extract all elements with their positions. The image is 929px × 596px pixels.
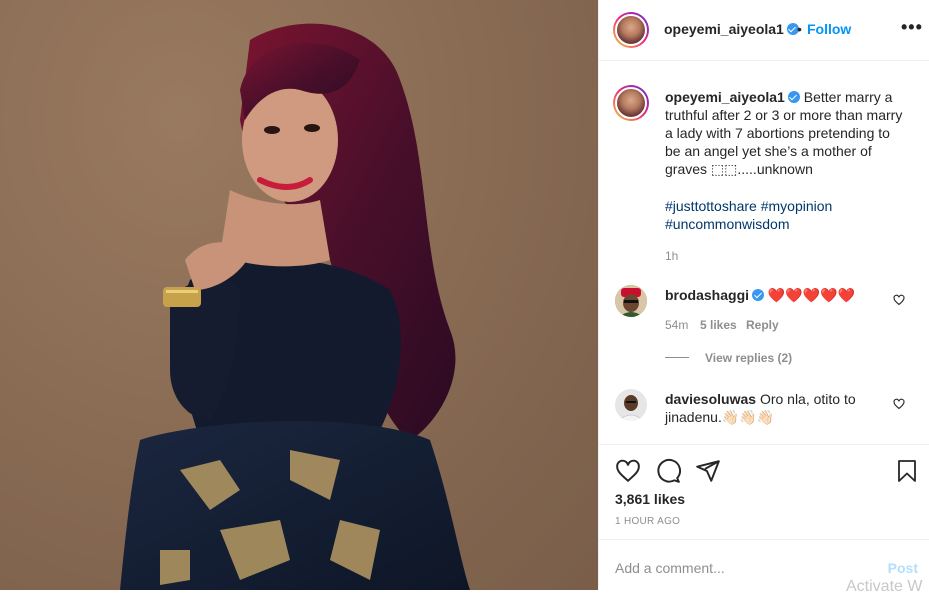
caption-time[interactable]: 1h — [665, 249, 678, 263]
post-comment-button[interactable]: Post — [888, 560, 918, 576]
share-icon[interactable] — [695, 458, 721, 484]
comment-reply-button[interactable]: Reply — [746, 318, 779, 332]
commenter-avatar-brodashaggi[interactable] — [615, 285, 647, 317]
comment-brodashaggi: brodashaggi ❤️❤️❤️❤️❤️ — [665, 286, 885, 304]
comment-like-heart-icon[interactable] — [893, 398, 905, 410]
verified-icon — [752, 289, 765, 301]
post-header: opeyemi_aiyeola1 • Follow ••• — [599, 0, 929, 61]
author-username-header[interactable]: opeyemi_aiyeola1 — [664, 21, 799, 37]
bookmark-icon[interactable] — [895, 458, 919, 484]
comment-likes[interactable]: 5 likes — [700, 318, 737, 332]
separator-dot: • — [797, 21, 802, 37]
follow-button[interactable]: Follow — [807, 21, 851, 37]
action-bar — [599, 444, 929, 483]
comment-username[interactable]: daviesoluwas — [665, 391, 756, 407]
likes-count[interactable]: 3,861 likes — [615, 491, 685, 507]
author-avatar[interactable] — [613, 12, 649, 48]
comment-like-heart-icon[interactable] — [893, 294, 905, 306]
posted-time[interactable]: 1 HOUR AGO — [615, 516, 680, 527]
caption-block: opeyemi_aiyeola1 Better marry a truthful… — [665, 88, 905, 178]
caption-username[interactable]: opeyemi_aiyeola1 — [665, 89, 785, 105]
heart-icon[interactable] — [615, 458, 641, 484]
avatar-illustration — [615, 389, 647, 421]
post-side-panel: opeyemi_aiyeola1 • Follow ••• opeyemi_ai… — [598, 0, 929, 590]
caption-hashtags[interactable]: #justtottoshare #myopinion #uncommonwisd… — [665, 197, 905, 233]
caption-author-avatar[interactable] — [613, 85, 649, 121]
add-comment-input[interactable]: Add a comment... — [615, 560, 725, 576]
commenter-avatar-daviesoluwas[interactable] — [615, 389, 647, 421]
verified-icon — [787, 91, 800, 103]
photo-illustration — [0, 0, 598, 590]
comment-username[interactable]: brodashaggi — [665, 287, 749, 303]
post-photo[interactable] — [0, 0, 598, 590]
comment-icon[interactable] — [655, 458, 681, 484]
comment-time[interactable]: 54m — [665, 318, 688, 332]
avatar-illustration — [615, 285, 647, 317]
more-options-icon[interactable]: ••• — [901, 17, 923, 38]
activate-windows-watermark: Activate W — [846, 578, 923, 595]
comment-daviesoluwas: daviesoluwas Oro nla, otito to jinadenu.… — [665, 390, 885, 426]
comment-text: ❤️❤️❤️❤️❤️ — [767, 287, 856, 303]
author-username-text[interactable]: opeyemi_aiyeola1 — [664, 21, 784, 37]
view-replies-button[interactable]: View replies (2) — [705, 351, 792, 365]
replies-line — [665, 357, 689, 358]
